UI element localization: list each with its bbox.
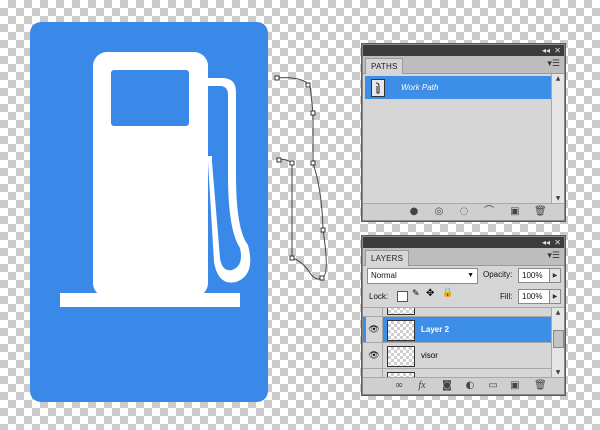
fill-field[interactable]: 100%: [518, 289, 550, 304]
layer-name: Layer 3: [421, 308, 448, 316]
fill-path-icon[interactable]: ●: [408, 206, 420, 218]
opacity-field[interactable]: 100%: [518, 268, 550, 283]
scroll-up-icon[interactable]: ▲: [552, 308, 564, 318]
delete-icon[interactable]: 🗑: [534, 206, 547, 218]
panel-menu-icon[interactable]: ▾☰: [547, 250, 560, 263]
group-icon[interactable]: ▭: [487, 380, 499, 392]
tab-layers[interactable]: LAYERS: [365, 250, 410, 266]
layer-thumbnail: [387, 308, 415, 315]
make-work-path-icon[interactable]: ⌒: [483, 206, 495, 218]
new-layer-icon[interactable]: ▣: [509, 380, 521, 392]
lock-position-icon[interactable]: ✥: [426, 288, 434, 299]
panel-menu-icon[interactable]: ▾☰: [547, 58, 560, 71]
fill-slider-button[interactable]: ▶: [549, 289, 561, 304]
layer-row-layer-2[interactable]: 👁 Layer 2: [363, 317, 552, 343]
fx-icon[interactable]: fx: [416, 380, 428, 392]
load-selection-icon[interactable]: ◌: [458, 206, 470, 218]
blend-mode-value: Normal: [371, 271, 397, 280]
visibility-toggle[interactable]: [366, 308, 383, 316]
new-path-icon[interactable]: ▣: [509, 206, 521, 218]
layers-panel: ◂◂ ✕ LAYERS ▾☰ Normal ▼ Opacity: 100% ▶ …: [362, 236, 565, 395]
layers-panel-titlebar[interactable]: ◂◂ ✕: [363, 237, 564, 248]
paths-scrollbar[interactable]: ▲ ▼: [551, 74, 564, 204]
opacity-slider-button[interactable]: ▶: [549, 268, 561, 283]
lock-image-icon[interactable]: ✎: [412, 289, 420, 299]
paths-panel-titlebar[interactable]: ◂◂ ✕: [363, 45, 564, 56]
lock-transparent-icon[interactable]: [397, 291, 408, 302]
chevron-down-icon: ▼: [467, 272, 474, 279]
layer-thumbnail: [387, 320, 415, 341]
adjustment-icon[interactable]: ◐: [464, 380, 476, 392]
path-row-work-path[interactable]: Work Path: [365, 76, 552, 99]
collapse-icon[interactable]: ◂◂: [542, 237, 550, 248]
link-icon[interactable]: ∞: [393, 380, 405, 392]
opacity-label: Opacity:: [483, 270, 513, 279]
path-name: Work Path: [401, 83, 439, 92]
eye-icon[interactable]: 👁: [366, 317, 383, 342]
scroll-thumb[interactable]: [553, 330, 564, 348]
close-icon[interactable]: ✕: [554, 45, 561, 56]
close-icon[interactable]: ✕: [554, 237, 561, 248]
collapse-icon[interactable]: ◂◂: [542, 45, 550, 56]
fill-label: Fill:: [500, 292, 513, 301]
paths-panel: ◂◂ ✕ PATHS ▾☰ Work Path ▲ ▼ ● ◎ ◌ ⌒ ▣ 🗑: [362, 44, 565, 221]
layers-tab-row: LAYERS ▾☰: [363, 248, 564, 266]
mask-icon[interactable]: ◙: [441, 380, 453, 392]
work-path-outline: [276, 77, 327, 280]
delete-icon[interactable]: 🗑: [534, 380, 547, 392]
layers-scrollbar[interactable]: ▲ ▼: [551, 308, 564, 378]
paths-tab-row: PATHS ▾☰: [363, 56, 564, 74]
layer-row-visor[interactable]: 👁 visor: [363, 343, 552, 369]
lock-all-icon[interactable]: 🔒: [442, 288, 453, 298]
layers-list: Layer 3 👁 Layer 2 👁 visor ▲ ▼: [363, 307, 564, 378]
blend-mode-select[interactable]: Normal ▼: [367, 268, 478, 284]
layer-row-layer-3[interactable]: Layer 3: [363, 308, 552, 317]
layer-name: Layer 2: [421, 325, 450, 334]
eye-icon[interactable]: 👁: [366, 343, 383, 368]
stroke-path-icon[interactable]: ◎: [433, 206, 445, 218]
path-thumbnail: [371, 79, 385, 97]
layer-name: visor: [421, 351, 438, 360]
paths-list: Work Path ▲ ▼: [363, 74, 564, 204]
layers-footer: ∞ fx ◙ ◐ ▭ ▣ 🗑: [363, 377, 564, 394]
lock-label: Lock:: [369, 292, 389, 301]
layer-thumbnail: [387, 346, 415, 367]
tab-paths[interactable]: PATHS: [365, 58, 404, 74]
paths-footer: ● ◎ ◌ ⌒ ▣ 🗑: [363, 203, 564, 220]
scroll-up-icon[interactable]: ▲: [552, 74, 564, 84]
